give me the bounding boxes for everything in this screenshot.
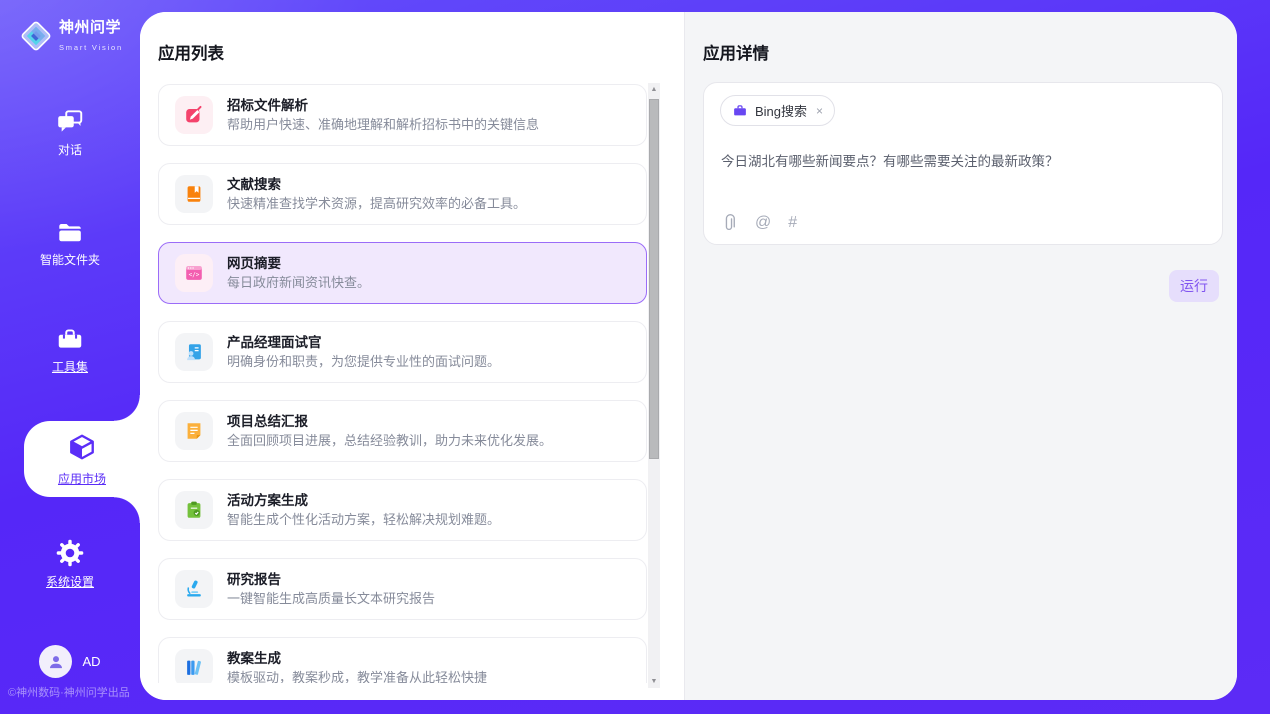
app-cards: 招标文件解析 帮助用户快速、准确地理解和解析招标书中的关键信息 文献搜索 快速精… — [158, 84, 647, 683]
at-mention-icon[interactable]: @ — [755, 214, 771, 232]
prompt-input[interactable]: 今日湖北有哪些新闻要点？有哪些需要关注的最新政策？ — [721, 152, 1201, 172]
app-description: 帮助用户快速、准确地理解和解析招标书中的关键信息 — [227, 115, 539, 134]
sidebar-item-label: 应用市场 — [24, 470, 140, 487]
app-list-viewport: 招标文件解析 帮助用户快速、准确地理解和解析招标书中的关键信息 文献搜索 快速精… — [140, 72, 684, 683]
chat-icon — [0, 108, 140, 136]
sidebar-item-label: 对话 — [0, 141, 140, 158]
avatar — [39, 645, 72, 678]
sidebar-item-app-market[interactable]: 应用市场 — [24, 421, 140, 497]
toolbox-icon — [0, 325, 140, 353]
app-description: 全面回顾项目进展，总结经验教训，助力未来优化发展。 — [227, 431, 552, 450]
app-description: 快速精准查找学术资源，提高研究效率的必备工具。 — [227, 194, 526, 213]
app-card[interactable]: 产品经理面试官 明确身份和职责，为您提供专业性的面试问题。 — [158, 321, 647, 383]
app-name: 文献搜索 — [227, 175, 526, 194]
edit-document-icon — [175, 96, 213, 134]
microscope-icon — [175, 570, 213, 608]
app-name: 活动方案生成 — [227, 491, 500, 510]
tool-chip-bing-search[interactable]: Bing搜索 × — [720, 95, 835, 126]
chip-close-icon[interactable]: × — [816, 104, 823, 118]
app-name: 产品经理面试官 — [227, 333, 500, 352]
book-icon — [175, 175, 213, 213]
user-initials: AD — [82, 654, 100, 669]
app-description: 智能生成个性化活动方案，轻松解决规划难题。 — [227, 510, 500, 529]
sidebar-item-smart-folder[interactable]: 智能文件夹 — [0, 218, 140, 268]
app-description: 一键智能生成高质量长文本研究报告 — [227, 589, 435, 608]
user-account[interactable]: AD — [0, 645, 140, 678]
sidebar-item-label: 智能文件夹 — [0, 251, 140, 268]
attachment-toolbar: @ # — [721, 213, 797, 233]
sidebar-item-chat[interactable]: 对话 — [0, 108, 140, 158]
app-name: 研究报告 — [227, 570, 435, 589]
brand-logo: 神州问学 Smart Vision — [20, 16, 140, 55]
app-list-panel: 应用列表 招标文件解析 帮助用户快速、准确地理解和解析招标书中的关键信息 文献搜… — [140, 12, 684, 700]
app-description: 每日政府新闻资讯快查。 — [227, 273, 370, 292]
scroll-down-icon[interactable]: ▼ — [648, 675, 660, 688]
scrollbar[interactable]: ▲ ▼ — [648, 83, 660, 688]
app-description: 模板驱动，教案秒成，教学准备从此轻松快捷 — [227, 668, 487, 683]
cube-icon — [67, 432, 97, 462]
app-card[interactable]: 研究报告 一键智能生成高质量长文本研究报告 — [158, 558, 647, 620]
brand-subtitle: Smart Vision — [59, 43, 123, 52]
gear-icon — [0, 538, 140, 568]
svg-text:</>: </> — [189, 272, 200, 279]
app-card[interactable]: 项目总结汇报 全面回顾项目进展，总结经验教训，助力未来优化发展。 — [158, 400, 647, 462]
hash-tag-icon[interactable]: # — [788, 214, 797, 232]
sidebar-item-label: 系统设置 — [0, 573, 140, 590]
sidebar-item-toolset[interactable]: 工具集 — [0, 325, 140, 375]
bubble-curve-top — [114, 395, 140, 421]
app-card[interactable]: 教案生成 模板驱动，教案秒成，教学准备从此轻松快捷 — [158, 637, 647, 683]
copyright-text: ©神州数码·神州问学出品 — [8, 684, 130, 700]
app-card[interactable]: 文献搜索 快速精准查找学术资源，提高研究效率的必备工具。 — [158, 163, 647, 225]
app-list-title: 应用列表 — [158, 40, 224, 64]
app-name: 招标文件解析 — [227, 96, 539, 115]
app-card[interactable]: 招标文件解析 帮助用户快速、准确地理解和解析招标书中的关键信息 — [158, 84, 647, 146]
app-card[interactable]: </> 网页摘要 每日政府新闻资讯快查。 — [158, 242, 647, 304]
app-window: 神州问学 Smart Vision 对话 — [0, 0, 1270, 714]
main-content: 应用列表 招标文件解析 帮助用户快速、准确地理解和解析招标书中的关键信息 文献搜… — [140, 12, 1237, 700]
app-name: 教案生成 — [227, 649, 487, 668]
interviewer-icon — [175, 333, 213, 371]
app-detail-panel: 应用详情 Bing搜索 × 今日湖北有哪些新闻要点？有哪些需要关注的最新政策？ — [684, 12, 1237, 700]
app-detail-title: 应用详情 — [703, 40, 769, 64]
app-name: 网页摘要 — [227, 254, 370, 273]
app-card[interactable]: 活动方案生成 智能生成个性化活动方案，轻松解决规划难题。 — [158, 479, 647, 541]
brand-name: 神州问学 — [59, 19, 121, 36]
books-icon — [175, 649, 213, 683]
diamond-logo-icon — [20, 20, 52, 52]
app-name: 项目总结汇报 — [227, 412, 552, 431]
app-description: 明确身份和职责，为您提供专业性的面试问题。 — [227, 352, 500, 371]
run-button[interactable]: 运行 — [1169, 270, 1219, 302]
sidebar: 神州问学 Smart Vision 对话 — [0, 0, 140, 714]
folder-icon — [0, 218, 140, 246]
prompt-card: Bing搜索 × 今日湖北有哪些新闻要点？有哪些需要关注的最新政策？ @ # — [703, 82, 1223, 245]
briefcase-icon — [732, 103, 748, 118]
scrollbar-thumb[interactable] — [649, 99, 659, 459]
scroll-up-icon[interactable]: ▲ — [648, 83, 660, 96]
sidebar-item-settings[interactable]: 系统设置 — [0, 538, 140, 590]
tool-chip-label: Bing搜索 — [755, 101, 807, 120]
sidebar-item-label: 工具集 — [0, 358, 140, 375]
memo-icon — [175, 412, 213, 450]
clipboard-check-icon — [175, 491, 213, 529]
paperclip-icon[interactable] — [721, 213, 738, 233]
browser-code-icon: </> — [175, 254, 213, 292]
bubble-curve-bottom — [114, 497, 140, 523]
